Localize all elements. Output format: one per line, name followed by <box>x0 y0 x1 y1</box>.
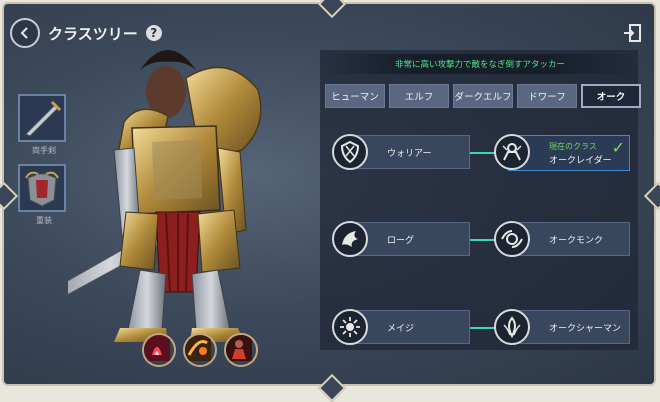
class-name: メイジ <box>387 323 415 334</box>
skill-rage-icon[interactable] <box>224 333 258 367</box>
weapon-slot-label: 両手剣 <box>32 146 56 155</box>
sword-icon <box>25 100 62 137</box>
current-class-label: 現在のクラス <box>549 142 597 151</box>
class-name: オークレイダー <box>549 156 612 166</box>
class-name: ローグ <box>387 235 415 246</box>
class-description: 非常に高い攻撃力で敵をなぎ倒すアタッカー <box>322 54 638 74</box>
exit-door-icon[interactable] <box>622 22 644 44</box>
orc-shaman-icon <box>494 309 530 345</box>
skill-fire-icon[interactable] <box>142 333 176 367</box>
armor-slot[interactable] <box>18 164 66 212</box>
class-name: オークモンク <box>549 235 604 246</box>
skill-slash-icon[interactable] <box>183 333 217 367</box>
tab-human[interactable]: ヒューマン <box>325 84 385 108</box>
class-name: ウォリアー <box>387 148 432 159</box>
tab-dark-elf[interactable]: ダークエルフ <box>453 84 513 108</box>
back-arrow-icon[interactable] <box>10 18 40 48</box>
skill-bar <box>142 333 258 367</box>
orc-raider-icon <box>494 134 530 170</box>
tab-elf[interactable]: エルフ <box>389 84 449 108</box>
tab-orc[interactable]: オーク <box>581 84 641 108</box>
class-name: オークシャーマン <box>549 323 622 334</box>
armor-slot-label: 重装 <box>36 216 52 225</box>
race-tabs: ヒューマン エルフ ダークエルフ ドワーフ オーク <box>325 84 641 108</box>
heavy-armor-icon <box>25 171 59 207</box>
rogue-wing-icon <box>332 221 368 257</box>
weapon-slot[interactable] <box>18 94 66 142</box>
orc-monk-icon <box>494 221 530 257</box>
checkmark-icon: ✓ <box>611 138 625 157</box>
mage-sun-icon <box>332 309 368 345</box>
character-portrait <box>47 30 318 370</box>
warrior-shield-icon <box>332 134 368 170</box>
tab-dwarf[interactable]: ドワーフ <box>517 84 577 108</box>
equipment-panel: 両手剣 重装 <box>18 94 70 234</box>
